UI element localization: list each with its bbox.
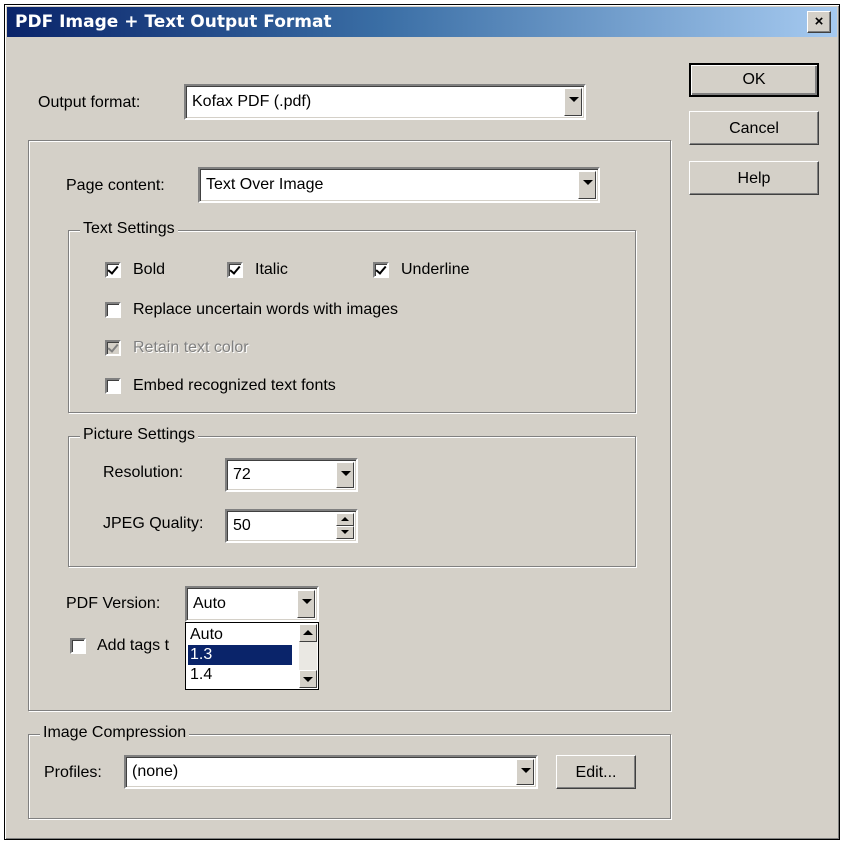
output-format-value: Kofax PDF (.pdf)	[192, 93, 312, 110]
page-content-value: Text Over Image	[206, 176, 324, 193]
cancel-button[interactable]: Cancel	[689, 111, 819, 145]
jpeg-quality-value: 50	[233, 517, 251, 534]
page-content-select[interactable]: Text Over Image	[198, 167, 600, 203]
bold-label[interactable]: Bold	[133, 261, 165, 279]
picture-settings-title: Picture Settings	[80, 426, 199, 444]
picture-settings-group	[68, 436, 636, 567]
add-tags-checkbox[interactable]	[70, 638, 86, 654]
output-format-select[interactable]: Kofax PDF (.pdf)	[184, 84, 586, 120]
chevron-down-icon[interactable]	[297, 590, 315, 618]
resolution-label: Resolution:	[103, 464, 184, 481]
ok-button[interactable]: OK	[689, 63, 819, 97]
retain-color-label: Retain text color	[133, 339, 249, 356]
output-format-label: Output format:	[38, 94, 141, 111]
scroll-up-icon[interactable]	[299, 624, 317, 642]
resolution-select[interactable]: 72	[225, 458, 358, 492]
jpeg-quality-label: JPEG Quality:	[103, 515, 204, 532]
underline-checkbox[interactable]	[373, 262, 389, 278]
list-item[interactable]: 1.4	[188, 665, 292, 685]
replace-uncertain-checkbox[interactable]	[105, 302, 121, 318]
chevron-down-icon[interactable]	[578, 171, 596, 199]
embed-fonts-checkbox[interactable]	[105, 378, 121, 394]
italic-checkbox[interactable]	[227, 262, 243, 278]
pdf-version-dropdown-list[interactable]: Auto 1.3 1.4	[185, 622, 319, 690]
bold-checkbox[interactable]	[105, 262, 121, 278]
text-settings-title: Text Settings	[80, 220, 178, 238]
jpeg-quality-spinner[interactable]: 50	[225, 509, 358, 543]
pdf-version-value: Auto	[193, 595, 226, 612]
replace-uncertain-label[interactable]: Replace uncertain words with images	[133, 301, 398, 319]
italic-label[interactable]: Italic	[255, 261, 288, 279]
spinner-buttons[interactable]	[336, 513, 354, 539]
retain-color-checkbox	[105, 340, 121, 356]
spin-up-icon[interactable]	[336, 513, 354, 526]
title-bar[interactable]: PDF Image + Text Output Format ×	[7, 7, 837, 37]
add-tags-label[interactable]: Add tags t	[97, 637, 169, 655]
profiles-select[interactable]: (none)	[124, 755, 538, 789]
close-button[interactable]: ×	[807, 11, 831, 33]
profiles-value: (none)	[132, 763, 179, 780]
chevron-down-icon[interactable]	[336, 462, 354, 488]
list-item[interactable]: Auto	[188, 625, 292, 645]
list-item[interactable]: 1.3	[188, 645, 292, 665]
chevron-down-icon[interactable]	[516, 759, 534, 785]
embed-fonts-label[interactable]: Embed recognized text fonts	[133, 377, 336, 395]
edit-button[interactable]: Edit...	[556, 755, 636, 789]
resolution-value: 72	[233, 466, 251, 483]
image-compression-title: Image Compression	[40, 724, 190, 742]
pdf-version-label: PDF Version:	[66, 595, 161, 612]
chevron-down-icon[interactable]	[564, 88, 582, 116]
help-button[interactable]: Help	[689, 161, 819, 195]
underline-label[interactable]: Underline	[401, 261, 469, 279]
profiles-label: Profiles:	[44, 764, 102, 781]
page-content-label: Page content:	[66, 177, 165, 194]
spin-down-icon[interactable]	[336, 526, 354, 539]
window-title: PDF Image + Text Output Format	[15, 12, 332, 32]
scroll-down-icon[interactable]	[299, 670, 317, 688]
pdf-version-select[interactable]: Auto	[185, 586, 319, 622]
scrollbar[interactable]	[299, 624, 317, 688]
